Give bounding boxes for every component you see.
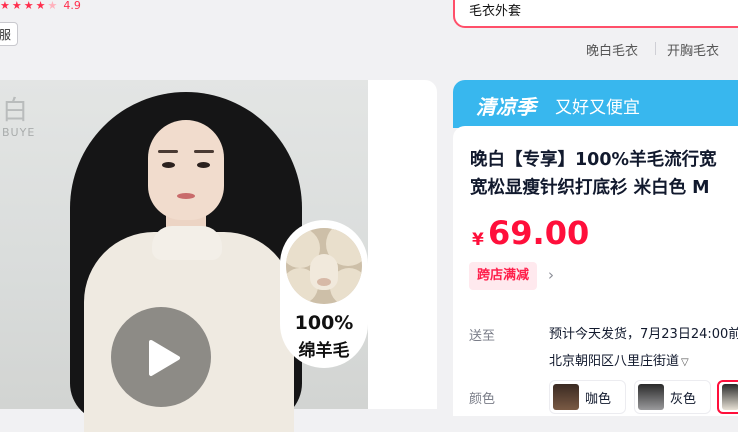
product-title-line: 宽松显瘦针织打底衫 米白色 M <box>470 178 710 198</box>
brand-watermark: 白 <box>2 96 29 126</box>
star-icon: ★ <box>23 0 34 12</box>
model-lips <box>177 193 195 199</box>
play-icon <box>149 340 180 376</box>
model-brow <box>194 150 214 153</box>
promo-name: 清凉季 <box>476 95 536 119</box>
play-video-button[interactable] <box>111 307 211 407</box>
address-text: 北京朝阳区八里庄街道 <box>549 354 680 369</box>
sheep-image <box>286 228 362 304</box>
suggestion-divider <box>655 42 656 55</box>
model-brow <box>158 150 178 153</box>
search-suggestion[interactable]: 晚白毛衣 <box>586 40 638 59</box>
color-thumbnail <box>553 384 579 410</box>
promo-tag[interactable]: 跨店满减 <box>469 262 538 290</box>
badge-percent: 100% <box>294 312 354 334</box>
promo-slogan: 又好又便宜 <box>555 98 640 118</box>
brand-watermark-sub: BUYE <box>2 126 36 139</box>
color-option-label: 灰色 <box>670 391 697 407</box>
rating-score: 4.9 <box>63 0 81 12</box>
color-thumbnail <box>722 384 738 410</box>
chevron-down-icon: ▽ <box>681 357 689 368</box>
star-icon: ★ <box>35 0 46 12</box>
product-title: 晚白【专享】100%羊毛流行宽 宽松显瘦针织打底衫 米白色 M <box>470 146 738 202</box>
product-title-line: 晚白【专享】100%羊毛流行宽 <box>470 150 717 170</box>
currency-symbol: ¥ <box>472 230 484 250</box>
product-price: 69.00 <box>488 214 590 252</box>
search-input[interactable]: 毛衣外套 <box>453 0 738 28</box>
model-eye <box>197 162 210 168</box>
model-collar <box>152 226 222 260</box>
color-option-label: 咖色 <box>585 391 612 407</box>
color-label: 颜色 <box>469 392 496 407</box>
model-eye <box>162 162 175 168</box>
store-rating: ★ ★ ★ ★ ★ 4.9 <box>0 0 81 13</box>
half-star-icon: ★ <box>47 0 58 12</box>
service-chip[interactable]: 服 <box>0 22 18 46</box>
chevron-right-icon[interactable]: › <box>548 266 554 284</box>
address-selector[interactable]: 北京朝阳区八里庄街道 ▽ <box>549 350 689 369</box>
star-icon: ★ <box>11 0 22 12</box>
ship-label: 送至 <box>469 329 496 344</box>
badge-text: 绵羊毛 <box>298 341 350 361</box>
ship-estimate: 预计今天发货，7月23日24:00前 <box>549 327 738 342</box>
star-icon: ★ <box>0 0 10 12</box>
color-thumbnail <box>638 384 664 410</box>
search-suggestion[interactable]: 开胸毛衣 <box>667 40 719 59</box>
model-face <box>148 120 224 220</box>
